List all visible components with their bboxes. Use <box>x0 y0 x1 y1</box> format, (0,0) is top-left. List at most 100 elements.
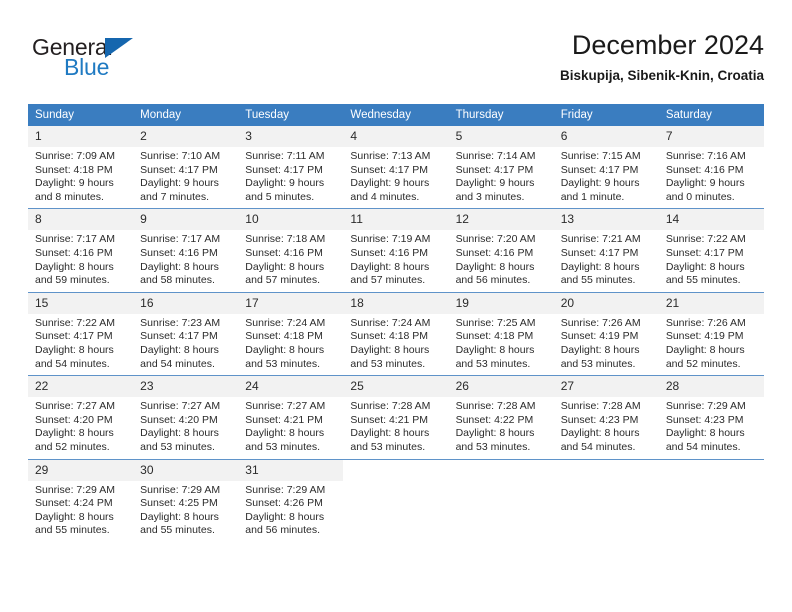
daylight-text-line2: and 8 minutes. <box>35 190 104 203</box>
day-cell[interactable]: 14 Sunrise: 7:22 AM Sunset: 4:17 PM Dayl… <box>658 208 764 293</box>
day-cell[interactable]: 5 Sunrise: 7:14 AM Sunset: 4:17 PM Dayli… <box>448 126 554 209</box>
day-cell[interactable]: 24 Sunrise: 7:27 AM Sunset: 4:21 PM Dayl… <box>238 375 344 459</box>
day-cell[interactable]: 3 Sunrise: 7:11 AM Sunset: 4:17 PM Dayli… <box>238 126 344 209</box>
day-number: 12 <box>448 209 554 231</box>
sunset-text: Sunset: 4:17 PM <box>350 163 429 176</box>
sunrise-text: Sunrise: 7:27 AM <box>35 400 115 413</box>
daylight-text-line2: and 55 minutes. <box>665 274 741 287</box>
day-number: 8 <box>28 209 134 231</box>
weekday-header-wednesday: Wednesday <box>343 104 449 126</box>
day-cell[interactable]: 9 Sunrise: 7:17 AM Sunset: 4:16 PM Dayli… <box>133 208 239 293</box>
day-cell[interactable]: 23 Sunrise: 7:27 AM Sunset: 4:20 PM Dayl… <box>133 375 239 459</box>
day-number: 3 <box>238 126 344 147</box>
day-cell[interactable]: 27 Sunrise: 7:28 AM Sunset: 4:23 PM Dayl… <box>553 375 659 459</box>
day-cell[interactable]: 31 Sunrise: 7:29 AM Sunset: 4:26 PM Dayl… <box>238 458 344 542</box>
day-cell[interactable]: 16 Sunrise: 7:23 AM Sunset: 4:17 PM Dayl… <box>133 291 239 376</box>
daylight-text-line1: Daylight: 8 hours <box>140 427 219 440</box>
daylight-text-line1: Daylight: 9 hours <box>350 177 430 190</box>
sunrise-text: Sunrise: 7:09 AM <box>35 150 115 162</box>
day-cell[interactable]: 21 Sunrise: 7:26 AM Sunset: 4:19 PM Dayl… <box>658 291 764 376</box>
daylight-text-line2: and 59 minutes. <box>35 274 110 287</box>
day-details: Sunrise: 7:24 AM Sunset: 4:18 PM Dayligh… <box>343 314 448 375</box>
day-cell[interactable]: 22 Sunrise: 7:27 AM Sunset: 4:20 PM Dayl… <box>28 375 134 459</box>
day-cell[interactable]: 6 Sunrise: 7:15 AM Sunset: 4:17 PM Dayli… <box>553 126 659 209</box>
sunset-text: Sunset: 4:25 PM <box>140 497 218 510</box>
generalblue-logo[interactable]: General Blue <box>32 34 212 90</box>
sunrise-text: Sunrise: 7:13 AM <box>350 150 431 162</box>
daylight-text-line2: and 54 minutes. <box>140 357 215 370</box>
daylight-text-line1: Daylight: 8 hours <box>140 343 219 356</box>
daylight-text-line2: and 53 minutes. <box>350 440 426 453</box>
day-details: Sunrise: 7:19 AM Sunset: 4:16 PM Dayligh… <box>343 230 448 291</box>
sunrise-text: Sunrise: 7:22 AM <box>35 316 115 329</box>
weekday-header-thursday: Thursday <box>448 104 554 126</box>
daylight-text-line2: and 0 minutes. <box>665 190 735 203</box>
sunrise-text: Sunrise: 7:17 AM <box>140 233 221 246</box>
sunset-text: Sunset: 4:23 PM <box>560 413 639 426</box>
daylight-text-line2: and 53 minutes. <box>140 440 215 453</box>
day-details: Sunrise: 7:28 AM Sunset: 4:23 PM Dayligh… <box>554 397 659 458</box>
sunrise-text: Sunrise: 7:18 AM <box>245 233 326 246</box>
day-cell[interactable]: 30 Sunrise: 7:29 AM Sunset: 4:25 PM Dayl… <box>133 458 239 542</box>
title-block: December 2024 Biskupija, Sibenik-Knin, C… <box>560 28 764 84</box>
daylight-text-line1: Daylight: 8 hours <box>560 343 640 356</box>
week-row: 22 Sunrise: 7:27 AM Sunset: 4:20 PM Dayl… <box>28 375 764 459</box>
sunset-text: Sunset: 4:16 PM <box>455 246 534 259</box>
daylight-text-line1: Daylight: 8 hours <box>560 427 640 440</box>
day-cell[interactable]: 29 Sunrise: 7:29 AM Sunset: 4:24 PM Dayl… <box>28 458 134 542</box>
day-cell[interactable]: 8 Sunrise: 7:17 AM Sunset: 4:16 PM Dayli… <box>28 208 134 293</box>
daylight-text-line2: and 53 minutes. <box>455 440 531 453</box>
day-cell[interactable]: 11 Sunrise: 7:19 AM Sunset: 4:16 PM Dayl… <box>343 208 449 293</box>
sunset-text: Sunset: 4:19 PM <box>665 330 744 343</box>
day-details: Sunrise: 7:18 AM Sunset: 4:16 PM Dayligh… <box>238 230 343 291</box>
day-cell[interactable]: 19 Sunrise: 7:25 AM Sunset: 4:18 PM Dayl… <box>448 291 554 376</box>
daylight-text-line1: Daylight: 8 hours <box>140 510 219 523</box>
day-cell[interactable]: 2 Sunrise: 7:10 AM Sunset: 4:17 PM Dayli… <box>133 126 239 209</box>
sunrise-text: Sunrise: 7:29 AM <box>35 483 115 496</box>
sunset-text: Sunset: 4:18 PM <box>35 163 113 176</box>
day-cell[interactable]: 26 Sunrise: 7:28 AM Sunset: 4:22 PM Dayl… <box>448 375 554 459</box>
day-cell[interactable]: 12 Sunrise: 7:20 AM Sunset: 4:16 PM Dayl… <box>448 208 554 293</box>
day-cell[interactable]: 1 Sunrise: 7:09 AM Sunset: 4:18 PM Dayli… <box>28 126 134 209</box>
day-details: Sunrise: 7:17 AM Sunset: 4:16 PM Dayligh… <box>133 230 238 291</box>
day-cell[interactable]: 25 Sunrise: 7:28 AM Sunset: 4:21 PM Dayl… <box>343 375 449 459</box>
day-number <box>343 459 449 481</box>
day-details: Sunrise: 7:28 AM Sunset: 4:22 PM Dayligh… <box>449 397 554 458</box>
day-details: Sunrise: 7:15 AM Sunset: 4:17 PM Dayligh… <box>554 147 659 208</box>
day-cell[interactable]: 28 Sunrise: 7:29 AM Sunset: 4:23 PM Dayl… <box>658 375 764 459</box>
day-details: Sunrise: 7:27 AM Sunset: 4:20 PM Dayligh… <box>28 397 133 458</box>
weekday-header-sunday: Sunday <box>28 104 134 126</box>
day-number: 13 <box>553 209 659 231</box>
day-details: Sunrise: 7:29 AM Sunset: 4:24 PM Dayligh… <box>28 481 133 542</box>
sunset-text: Sunset: 4:16 PM <box>140 246 218 259</box>
day-cell[interactable]: 10 Sunrise: 7:18 AM Sunset: 4:16 PM Dayl… <box>238 208 344 293</box>
day-number: 28 <box>658 376 764 398</box>
day-number: 9 <box>133 209 239 231</box>
day-cell[interactable]: 17 Sunrise: 7:24 AM Sunset: 4:18 PM Dayl… <box>238 291 344 376</box>
day-cell[interactable]: 20 Sunrise: 7:26 AM Sunset: 4:19 PM Dayl… <box>553 291 659 376</box>
sunset-text: Sunset: 4:17 PM <box>665 246 744 259</box>
sunrise-text: Sunrise: 7:19 AM <box>350 233 431 246</box>
daylight-text-line2: and 56 minutes. <box>455 274 531 287</box>
daylight-text-line1: Daylight: 8 hours <box>560 260 640 273</box>
daylight-text-line2: and 53 minutes. <box>455 357 531 370</box>
day-cell[interactable]: 4 Sunrise: 7:13 AM Sunset: 4:17 PM Dayli… <box>343 126 449 209</box>
sunset-text: Sunset: 4:22 PM <box>455 413 534 426</box>
day-cell-empty <box>553 458 659 542</box>
weekday-header-saturday: Saturday <box>658 104 764 126</box>
day-cell[interactable]: 7 Sunrise: 7:16 AM Sunset: 4:16 PM Dayli… <box>658 126 764 209</box>
day-number: 10 <box>238 209 344 231</box>
day-number: 6 <box>553 126 659 147</box>
day-details: Sunrise: 7:20 AM Sunset: 4:16 PM Dayligh… <box>449 230 554 291</box>
daylight-text-line1: Daylight: 9 hours <box>245 177 325 190</box>
daylight-text-line2: and 54 minutes. <box>560 440 636 453</box>
daylight-text-line2: and 57 minutes. <box>350 274 426 287</box>
week-row: 1 Sunrise: 7:09 AM Sunset: 4:18 PM Dayli… <box>28 126 764 209</box>
weekday-header-tuesday: Tuesday <box>238 104 344 126</box>
day-cell[interactable]: 18 Sunrise: 7:24 AM Sunset: 4:18 PM Dayl… <box>343 291 449 376</box>
day-details: Sunrise: 7:22 AM Sunset: 4:17 PM Dayligh… <box>28 314 133 375</box>
day-cell[interactable]: 13 Sunrise: 7:21 AM Sunset: 4:17 PM Dayl… <box>553 208 659 293</box>
day-number: 7 <box>658 126 764 147</box>
day-cell[interactable]: 15 Sunrise: 7:22 AM Sunset: 4:17 PM Dayl… <box>28 291 134 376</box>
page-header: General Blue December 2024 Biskupija, Si… <box>28 28 764 94</box>
